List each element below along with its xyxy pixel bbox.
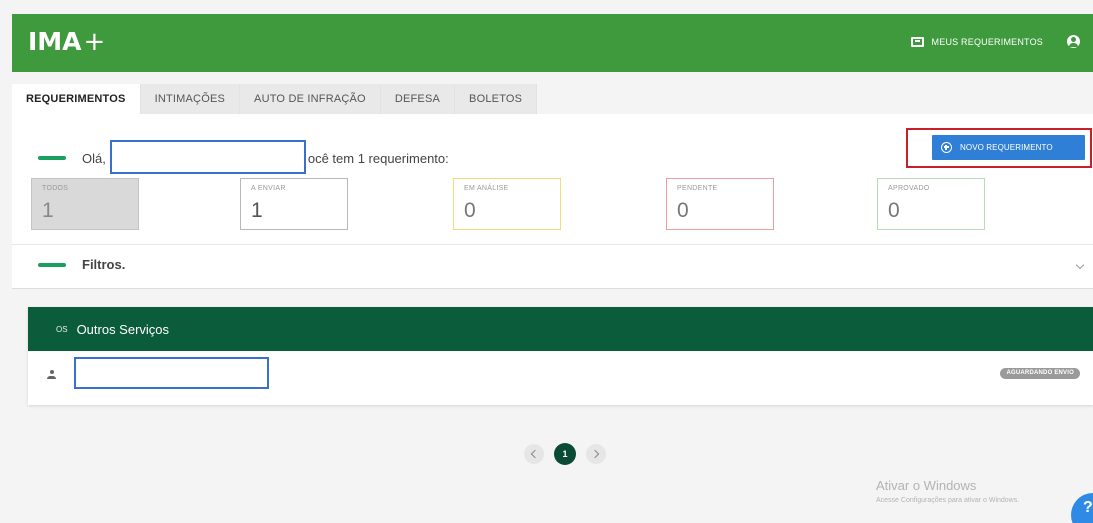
tab-boletos[interactable]: BOLETOS (455, 84, 538, 114)
novo-requerimento-button[interactable]: NOVO REQUERIMENTO (932, 135, 1085, 160)
user-circle-icon[interactable] (1067, 35, 1080, 48)
outros-servicos-title: Outros Serviços (76, 321, 170, 337)
stat-aprovado-value: 0 (888, 199, 900, 222)
stat-em-analise-value: 0 (464, 199, 476, 222)
filters-label: Filtros. (82, 257, 126, 272)
tab-auto-de-infracao[interactable]: AUTO DE INFRAÇÃO (240, 84, 381, 114)
stat-em-analise[interactable]: EM ANÁLISE 0 (453, 178, 561, 230)
help-icon: ? (1083, 499, 1093, 516)
tab-intimacoes[interactable]: INTIMAÇÕES (140, 84, 241, 114)
redacted-user-name (109, 140, 306, 174)
stat-em-analise-label: EM ANÁLISE (464, 185, 509, 192)
windows-activation-watermark: Ativar o Windows Acesse Configurações pa… (876, 478, 1019, 504)
outros-servicos-card: OS Outros Serviços AGUARDANDO ENVIO (28, 307, 1093, 405)
requerimentos-panel: Olá, ocê tem 1 requerimento: NOVO REQUER… (12, 114, 1093, 289)
person-icon (47, 370, 56, 381)
stat-a-enviar-value: 1 (251, 199, 263, 222)
filters-toggle[interactable]: Filtros. (38, 257, 125, 272)
top-header: IMA+ MEUS REQUERIMENTOS (12, 14, 1093, 72)
watermark-title: Ativar o Windows (876, 478, 977, 493)
chevron-left-icon[interactable] (524, 444, 544, 464)
outros-servicos-header: OS Outros Serviços (28, 307, 1093, 351)
greeting-suffix: ocê tem 1 requerimento: (307, 150, 449, 166)
os-prefix: OS (56, 324, 68, 334)
stat-pendente[interactable]: PENDENTE 0 (666, 178, 774, 230)
stat-todos[interactable]: TODOS 1 (31, 178, 139, 230)
panel-divider (12, 244, 1093, 245)
redacted-service-name (74, 357, 269, 389)
list-item[interactable]: AGUARDANDO ENVIO (28, 351, 1093, 405)
tab-bar: REQUERIMENTOS INTIMAÇÕES AUTO DE INFRAÇÃ… (12, 84, 538, 114)
stat-a-enviar[interactable]: A ENVIAR 1 (240, 178, 348, 230)
help-button[interactable]: ? (1071, 493, 1093, 523)
watermark-subtitle: Acesse Configurações para ativar o Windo… (876, 497, 1020, 504)
meus-requerimentos-link[interactable]: MEUS REQUERIMENTOS (910, 37, 1043, 47)
stat-aprovado-label: APROVADO (888, 185, 930, 192)
stat-pendente-label: PENDENTE (677, 185, 718, 192)
chevron-right-icon[interactable] (586, 444, 606, 464)
id-card-icon (910, 37, 924, 47)
collapse-toggle-icon[interactable] (38, 156, 66, 160)
page-current[interactable]: 1 (554, 443, 576, 465)
plus-circle-icon (941, 142, 952, 153)
chevron-down-icon[interactable] (1075, 260, 1085, 270)
stat-a-enviar-label: A ENVIAR (251, 185, 286, 192)
meus-requerimentos-label: MEUS REQUERIMENTOS (931, 37, 1043, 47)
ima-logo[interactable]: IMA+ (28, 27, 105, 57)
greeting-prefix: Olá, (82, 150, 106, 166)
greeting-row[interactable]: Olá, ocê tem 1 requerimento: (38, 140, 449, 174)
pagination: 1 (524, 443, 606, 465)
collapse-toggle-icon (38, 262, 66, 267)
stat-todos-label: TODOS (42, 185, 69, 192)
stat-todos-value: 1 (42, 199, 54, 222)
tab-requerimentos[interactable]: REQUERIMENTOS (12, 84, 141, 114)
stat-pendente-value: 0 (677, 199, 689, 222)
novo-requerimento-highlight: NOVO REQUERIMENTO (906, 128, 1092, 168)
stat-aprovado[interactable]: APROVADO 0 (877, 178, 985, 230)
status-badge: AGUARDANDO ENVIO (1000, 368, 1080, 379)
tab-defesa[interactable]: DEFESA (380, 84, 456, 114)
novo-requerimento-label: NOVO REQUERIMENTO (960, 143, 1053, 152)
